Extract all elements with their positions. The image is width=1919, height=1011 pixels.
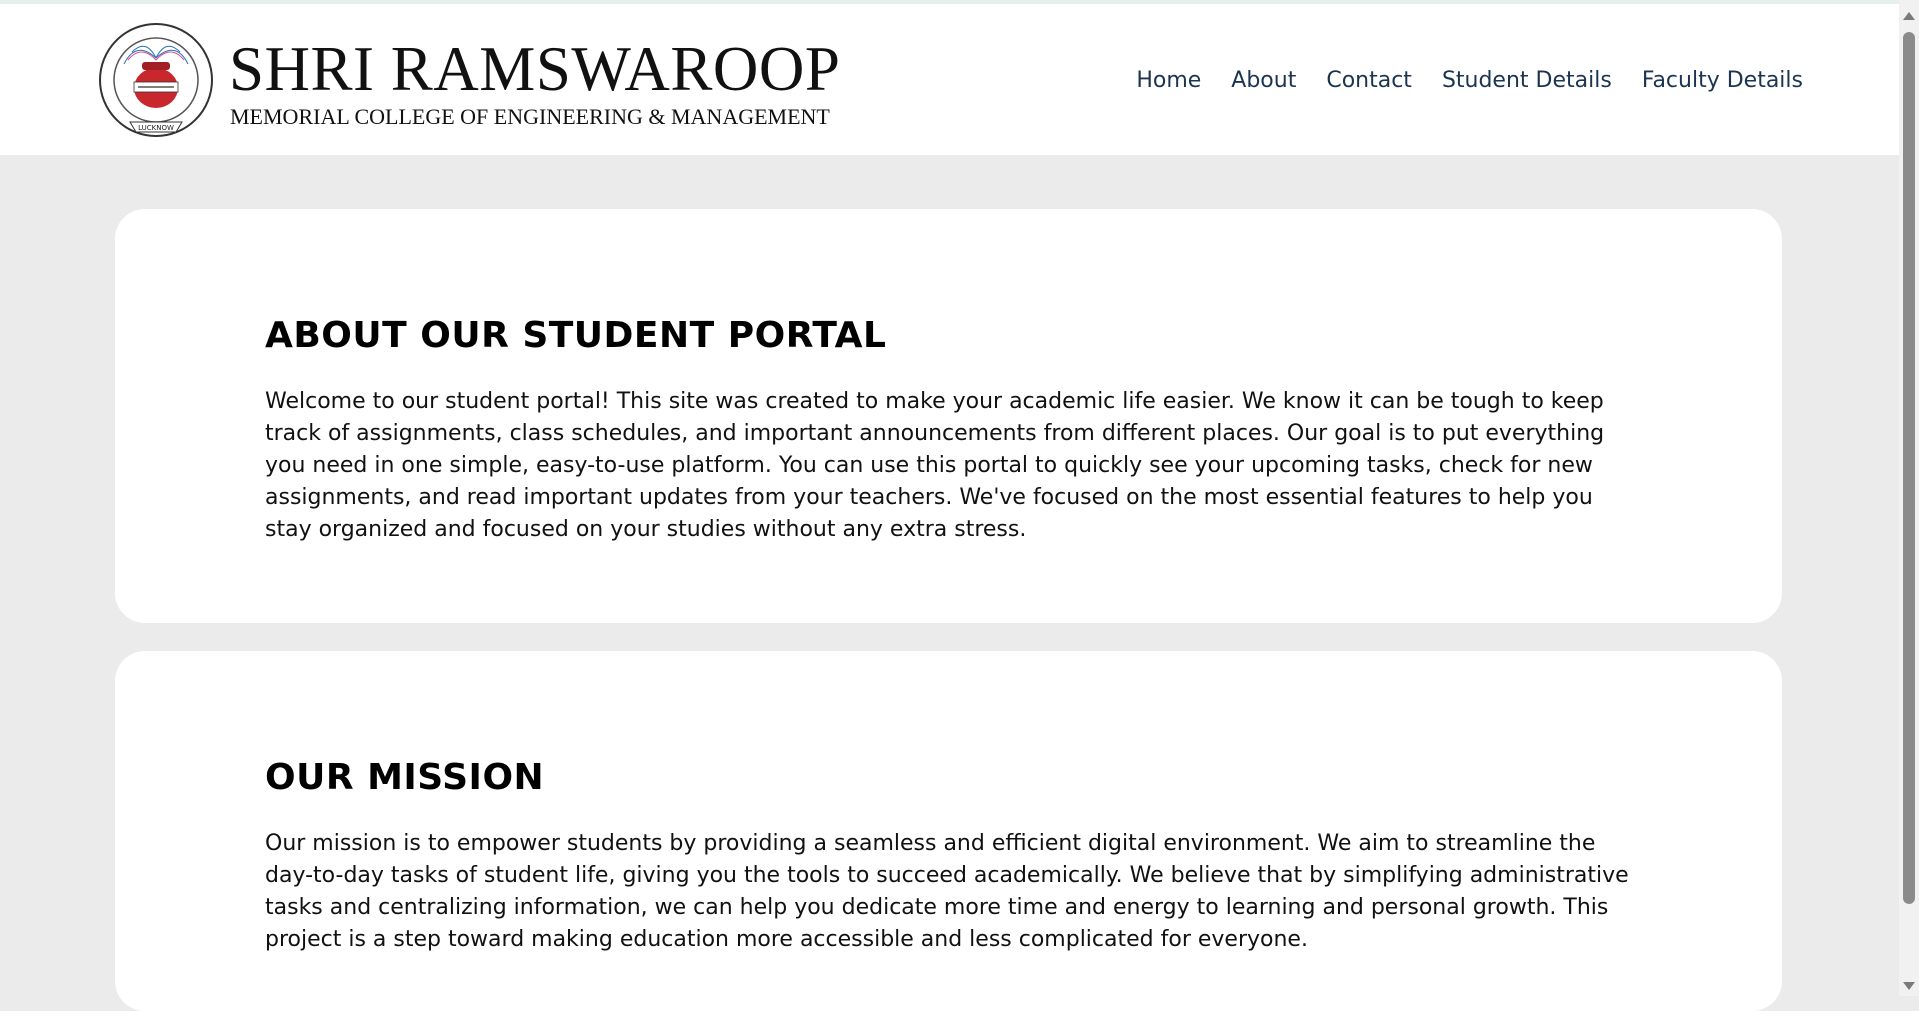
nav-faculty-details[interactable]: Faculty Details [1642,68,1803,93]
vertical-scrollbar[interactable] [1899,0,1919,996]
main-nav: Home About Contact Student Details Facul… [1136,68,1803,93]
site-subtitle: MEMORIAL COLLEGE OF ENGINEERING & MANAGE… [230,104,830,129]
site-title: SHRI RAMSWAROOP [229,34,841,104]
college-logo[interactable]: LUCKNOW [96,20,216,144]
nav-contact[interactable]: Contact [1326,68,1412,93]
nav-student-details[interactable]: Student Details [1442,68,1612,93]
scroll-thumb[interactable] [1903,32,1915,904]
nav-about[interactable]: About [1231,68,1296,93]
site-header: LUCKNOW SHRI RAMSWAROOP MEMORIAL COLLEGE… [0,4,1899,155]
nav-home[interactable]: Home [1136,68,1201,93]
scroll-up-arrow-icon[interactable] [1903,12,1915,20]
scroll-down-arrow-icon[interactable] [1903,982,1915,990]
logo-lucknow-text: LUCKNOW [138,124,174,132]
about-portal-heading: ABOUT OUR STUDENT PORTAL [265,315,887,356]
mission-heading: OUR MISSION [265,757,545,798]
mission-card: OUR MISSION Our mission is to empower st… [115,651,1782,1011]
about-portal-text: Welcome to our student portal! This site… [265,389,1605,542]
mission-text: Our mission is to empower students by pr… [265,831,1629,952]
about-portal-card: ABOUT OUR STUDENT PORTAL Welcome to our … [115,209,1782,623]
